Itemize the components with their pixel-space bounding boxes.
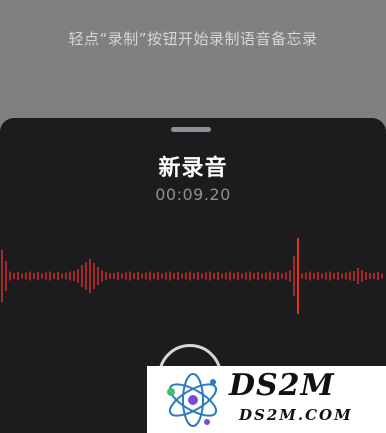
atom-logo-icon [167, 373, 218, 427]
screen: 轻点“录制”按钮开始录制语音备忘录 新录音 00:09.20 DS2M DS2M… [0, 0, 386, 433]
watermark-main-text: DS2M [229, 368, 335, 403]
record-hint-text: 轻点“录制”按钮开始录制语音备忘录 [68, 30, 318, 48]
recording-timer: 00:09.20 [155, 185, 231, 204]
watermark-logo: DS2M DS2M.COM [147, 366, 386, 433]
sheet-grabber-handle[interactable] [171, 127, 211, 132]
audio-waveform [1, 238, 383, 314]
recording-title[interactable]: 新录音 [0, 150, 386, 182]
watermark-sub-text: DS2M.COM [239, 406, 353, 424]
